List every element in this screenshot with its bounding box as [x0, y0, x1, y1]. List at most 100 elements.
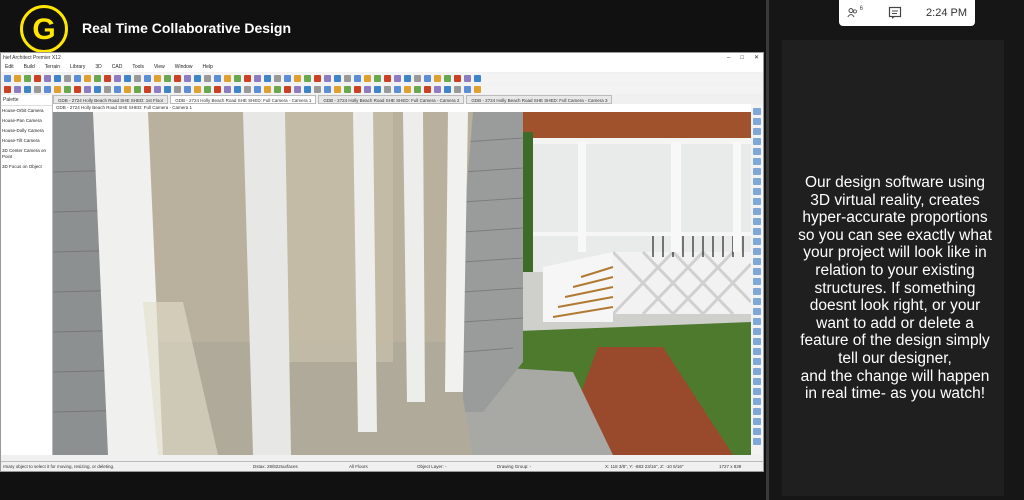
- view-tool-button[interactable]: [753, 198, 761, 205]
- view-tool-button[interactable]: [753, 118, 761, 125]
- toolbar-tool-button[interactable]: [424, 85, 431, 93]
- palette-item-orbit-camera[interactable]: House-Orbit Camera: [1, 106, 52, 116]
- view-tool-button[interactable]: [753, 268, 761, 275]
- toolbar-tool-button[interactable]: [14, 74, 21, 82]
- toolbar-tool-button[interactable]: [234, 85, 241, 93]
- view-tool-button[interactable]: [753, 378, 761, 385]
- toolbar-tool-button[interactable]: [394, 74, 401, 82]
- toolbar-tool-button[interactable]: [94, 74, 101, 82]
- toolbar-tool-button[interactable]: [274, 85, 281, 93]
- view-tool-button[interactable]: [753, 138, 761, 145]
- toolbar-tool-button[interactable]: [444, 74, 451, 82]
- toolbar-tool-button[interactable]: [264, 74, 271, 82]
- toolbar-tool-button[interactable]: [134, 85, 141, 93]
- toolbar-tool-button[interactable]: [174, 85, 181, 93]
- toolbar-tool-button[interactable]: [254, 74, 261, 82]
- toolbar-tool-button[interactable]: [374, 85, 381, 93]
- toolbar-tool-button[interactable]: [244, 85, 251, 93]
- toolbar-tool-button[interactable]: [424, 74, 431, 82]
- view-tool-button[interactable]: [753, 438, 761, 445]
- toolbar-tool-button[interactable]: [474, 74, 481, 82]
- toolbar-tool-button[interactable]: [414, 85, 421, 93]
- menu-3d[interactable]: 3D: [95, 63, 101, 72]
- toolbar-tool-button[interactable]: [284, 85, 291, 93]
- toolbar-tool-button[interactable]: [184, 74, 191, 82]
- toolbar-tool-button[interactable]: [474, 85, 481, 93]
- toolbar-tool-button[interactable]: [194, 74, 201, 82]
- toolbar-tool-button[interactable]: [374, 74, 381, 82]
- participants-icon[interactable]: 6: [847, 5, 863, 21]
- toolbar-tool-button[interactable]: [134, 74, 141, 82]
- tab-1st-floor[interactable]: GDB - 2724 Holly Beach Road SHE SHED: 1s…: [53, 95, 169, 104]
- toolbar-tool-button[interactable]: [184, 85, 191, 93]
- view-tool-button[interactable]: [753, 298, 761, 305]
- menu-terrain[interactable]: Terrain: [45, 63, 60, 72]
- toolbar-tool-button[interactable]: [94, 85, 101, 93]
- menu-help[interactable]: Help: [203, 63, 213, 72]
- toolbar-tool-button[interactable]: [404, 85, 411, 93]
- view-tool-button[interactable]: [753, 258, 761, 265]
- toolbar-tool-button[interactable]: [294, 85, 301, 93]
- toolbar-tool-button[interactable]: [454, 74, 461, 82]
- view-tool-button[interactable]: [753, 148, 761, 155]
- menu-library[interactable]: Library: [70, 63, 85, 72]
- toolbar-tool-button[interactable]: [54, 85, 61, 93]
- toolbar-tool-button[interactable]: [284, 74, 291, 82]
- toolbar-tool-button[interactable]: [344, 85, 351, 93]
- toolbar-tool-button[interactable]: [464, 74, 471, 82]
- palette-item-focus-object[interactable]: 3D Focus on Object: [1, 162, 52, 172]
- toolbar-tool-button[interactable]: [244, 74, 251, 82]
- toolbar-tool-button[interactable]: [384, 85, 391, 93]
- toolbar-tool-button[interactable]: [4, 74, 11, 82]
- toolbar-tool-button[interactable]: [54, 74, 61, 82]
- toolbar-tool-button[interactable]: [264, 85, 271, 93]
- palette-item-center-camera[interactable]: 3D Center Camera on Point: [1, 146, 52, 162]
- toolbar-tool-button[interactable]: [324, 74, 331, 82]
- toolbar-tool-button[interactable]: [144, 85, 151, 93]
- 3d-viewport[interactable]: [53, 112, 751, 455]
- toolbar-tool-button[interactable]: [174, 74, 181, 82]
- toolbar-tool-button[interactable]: [464, 85, 471, 93]
- toolbar-tool-button[interactable]: [254, 85, 261, 93]
- toolbar-tool-button[interactable]: [114, 74, 121, 82]
- toolbar-tool-button[interactable]: [234, 74, 241, 82]
- close-button[interactable]: ✕: [754, 53, 759, 63]
- toolbar-tool-button[interactable]: [104, 85, 111, 93]
- toolbar-tool-button[interactable]: [164, 85, 171, 93]
- toolbar-tool-button[interactable]: [154, 74, 161, 82]
- palette-item-pan-camera[interactable]: House-Pan Camera: [1, 116, 52, 126]
- view-tool-button[interactable]: [753, 128, 761, 135]
- view-tool-button[interactable]: [753, 368, 761, 375]
- view-tool-button[interactable]: [753, 228, 761, 235]
- menu-tools[interactable]: Tools: [132, 63, 144, 72]
- toolbar-tool-button[interactable]: [154, 85, 161, 93]
- view-tool-button[interactable]: [753, 358, 761, 365]
- toolbar-tool-button[interactable]: [204, 85, 211, 93]
- toolbar-tool-button[interactable]: [404, 74, 411, 82]
- toolbar-tool-button[interactable]: [84, 74, 91, 82]
- toolbar-tool-button[interactable]: [314, 85, 321, 93]
- toolbar-tool-button[interactable]: [304, 85, 311, 93]
- toolbar-tool-button[interactable]: [74, 85, 81, 93]
- menu-cad[interactable]: CAD: [112, 63, 123, 72]
- view-tool-button[interactable]: [753, 308, 761, 315]
- toolbar-tool-button[interactable]: [204, 74, 211, 82]
- toolbar-tool-button[interactable]: [114, 85, 121, 93]
- toolbar-tool-button[interactable]: [214, 74, 221, 82]
- view-tool-button[interactable]: [753, 328, 761, 335]
- view-tool-button[interactable]: [753, 188, 761, 195]
- view-tool-button[interactable]: [753, 288, 761, 295]
- toolbar-tool-button[interactable]: [314, 74, 321, 82]
- toolbar-tool-button[interactable]: [334, 74, 341, 82]
- toolbar-tool-button[interactable]: [354, 85, 361, 93]
- toolbar-tool-button[interactable]: [34, 74, 41, 82]
- menu-build[interactable]: Build: [24, 63, 35, 72]
- minimize-button[interactable]: –: [727, 53, 730, 63]
- toolbar-tool-button[interactable]: [444, 85, 451, 93]
- view-tool-button[interactable]: [753, 218, 761, 225]
- toolbar-tool-button[interactable]: [124, 74, 131, 82]
- view-tool-button[interactable]: [753, 168, 761, 175]
- toolbar-tool-button[interactable]: [24, 85, 31, 93]
- view-tool-button[interactable]: [753, 178, 761, 185]
- toolbar-tool-button[interactable]: [344, 74, 351, 82]
